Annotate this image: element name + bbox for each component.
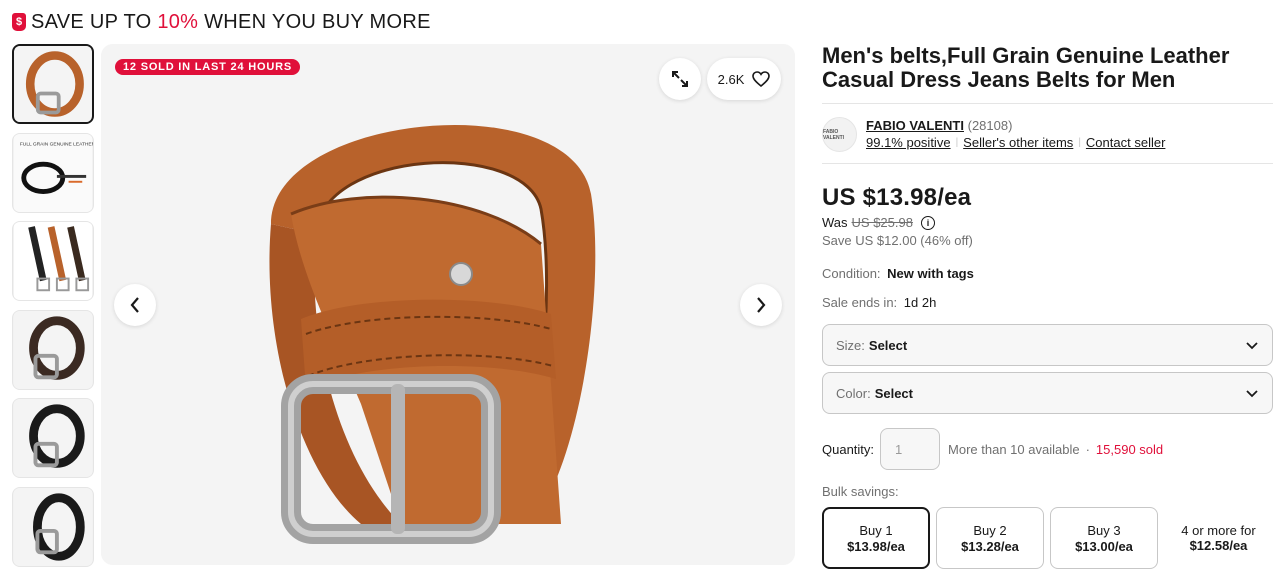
size-value: Select xyxy=(868,337,908,353)
bulk-qty: Buy 3 xyxy=(1087,522,1121,538)
bulk-option-buy-2[interactable]: Buy 2 $13.28/ea xyxy=(936,507,1044,569)
chevron-down-icon xyxy=(1246,342,1258,350)
sale-ends-row: Sale ends in: 1d 2h xyxy=(822,295,1273,310)
main-product-image[interactable]: 12 SOLD IN LAST 24 HOURS 2.6K xyxy=(101,44,795,565)
chevron-right-icon xyxy=(757,297,766,313)
quantity-input[interactable] xyxy=(880,428,941,470)
belt-dark-brown-thumbnail xyxy=(14,310,92,389)
current-price: US $13.98/ea xyxy=(822,184,972,211)
bulk-qty: Buy 2 xyxy=(973,522,1007,538)
seller-links: 99.1% positive | Seller's other items | … xyxy=(866,134,1165,151)
expand-icon xyxy=(672,71,688,87)
quantity-label: Quantity: xyxy=(822,441,875,457)
separator: | xyxy=(955,137,959,148)
separator: | xyxy=(1078,137,1081,148)
bulk-price: $13.00/ea xyxy=(1075,538,1133,554)
bulk-price: $13.98/ea xyxy=(847,538,905,554)
was-price: US $25.98 xyxy=(851,215,913,230)
color-value: Select xyxy=(874,385,913,401)
belt-black-thumbnail xyxy=(14,399,92,477)
seller-info: FABIO VALENTI (28108) 99.1% positive | S… xyxy=(866,117,1165,151)
bulk-savings-options: Buy 1 $13.98/ea Buy 2 $13.28/ea Buy 3 $1… xyxy=(822,507,1273,569)
seller-card: FABIO VALENTI FABIO VALENTI (28108) 99.1… xyxy=(822,117,1273,152)
promo-suffix: WHEN YOU BUY MORE xyxy=(204,10,431,33)
divider xyxy=(822,163,1273,164)
info-icon[interactable]: i xyxy=(920,215,935,230)
belt-brown-image xyxy=(101,44,795,565)
promo-banner: $ SAVE UP TO 10% WHEN YOU BUY MORE xyxy=(12,8,431,36)
sale-tag-icon: $ xyxy=(12,13,26,31)
promo-prefix: SAVE UP TO xyxy=(31,10,152,33)
expand-button[interactable] xyxy=(659,58,701,100)
condition-row: Condition: New with tags xyxy=(822,266,1273,281)
seller-feedback-count[interactable]: (28108) xyxy=(968,118,1013,133)
chevron-down-icon xyxy=(1246,390,1258,398)
bulk-option-buy-1[interactable]: Buy 1 $13.98/ea xyxy=(822,507,930,569)
thumbnail-3[interactable] xyxy=(12,221,94,301)
sale-ends-label: Sale ends in: xyxy=(822,295,898,310)
belt-brown-thumbnail xyxy=(15,46,91,122)
heart-icon xyxy=(752,71,771,87)
watch-button[interactable]: 2.6K xyxy=(707,58,781,100)
belt-black-side-thumbnail xyxy=(14,487,92,566)
sale-ends-value: 1d 2h xyxy=(903,295,937,310)
size-label: Size: xyxy=(836,337,865,353)
condition-label: Condition: xyxy=(822,266,881,281)
contact-seller-link[interactable]: Contact seller xyxy=(1086,134,1165,151)
availability-text: More than 10 available xyxy=(948,441,1080,457)
thumbnail-5[interactable] xyxy=(12,398,94,478)
was-price-row: Was US $25.98 i xyxy=(822,215,1273,230)
condition-value: New with tags xyxy=(887,266,974,281)
color-select[interactable]: Color: Select xyxy=(822,372,1273,414)
size-select[interactable]: Size: Select xyxy=(822,324,1273,366)
thumbnail-list: FULL GRAIN GENUINE LEATHER xyxy=(12,44,94,575)
savings-text: Save US $12.00 (46% off) xyxy=(822,233,973,248)
chevron-left-icon xyxy=(130,297,139,313)
seller-positive-link[interactable]: 99.1% positive xyxy=(866,134,951,151)
belt-black-coiled-thumbnail: FULL GRAIN GENUINE LEATHER xyxy=(14,133,93,212)
product-title: Men's belts,Full Grain Genuine Leather C… xyxy=(822,43,1230,92)
seller-logo[interactable]: FABIO VALENTI xyxy=(822,117,857,152)
quantity-row: Quantity: More than 10 available · 15,59… xyxy=(822,428,1273,470)
divider xyxy=(822,103,1273,104)
was-label: Was xyxy=(822,215,848,230)
thumbnail-1[interactable] xyxy=(12,44,94,124)
thumbnail-2[interactable]: FULL GRAIN GENUINE LEATHER xyxy=(12,132,94,213)
svg-text:FULL GRAIN GENUINE LEATHER: FULL GRAIN GENUINE LEATHER xyxy=(20,141,93,147)
sold-count[interactable]: 15,590 sold xyxy=(1096,442,1163,457)
watch-count: 2.6K xyxy=(717,71,745,87)
product-info: Men's belts,Full Grain Genuine Leather C… xyxy=(822,44,1273,569)
color-label: Color: xyxy=(836,385,871,401)
bulk-savings-label: Bulk savings: xyxy=(822,484,899,499)
previous-image-button[interactable] xyxy=(114,284,156,326)
bulk-option-buy-3[interactable]: Buy 3 $13.00/ea xyxy=(1050,507,1158,569)
belt-three-colors-thumbnail xyxy=(14,222,92,300)
bulk-qty: Buy 1 xyxy=(859,522,893,538)
bulk-qty: 4 or more for xyxy=(1181,523,1256,538)
next-image-button[interactable] xyxy=(740,284,782,326)
seller-other-items-link[interactable]: Seller's other items xyxy=(963,134,1073,151)
separator-dot: · xyxy=(1085,441,1090,457)
seller-name-link[interactable]: FABIO VALENTI xyxy=(866,118,964,133)
thumbnail-4[interactable] xyxy=(12,309,94,390)
bulk-price: $13.28/ea xyxy=(961,538,1019,554)
thumbnail-6[interactable] xyxy=(12,486,94,567)
sold-badge: 12 SOLD IN LAST 24 HOURS xyxy=(115,59,300,75)
bulk-option-4-or-more: 4 or more for $12.58/ea xyxy=(1164,507,1273,569)
promo-percent: 10% xyxy=(157,10,199,33)
bulk-price: $12.58/ea xyxy=(1189,538,1248,553)
promo-text: SAVE UP TO 10% WHEN YOU BUY MORE xyxy=(31,11,431,34)
